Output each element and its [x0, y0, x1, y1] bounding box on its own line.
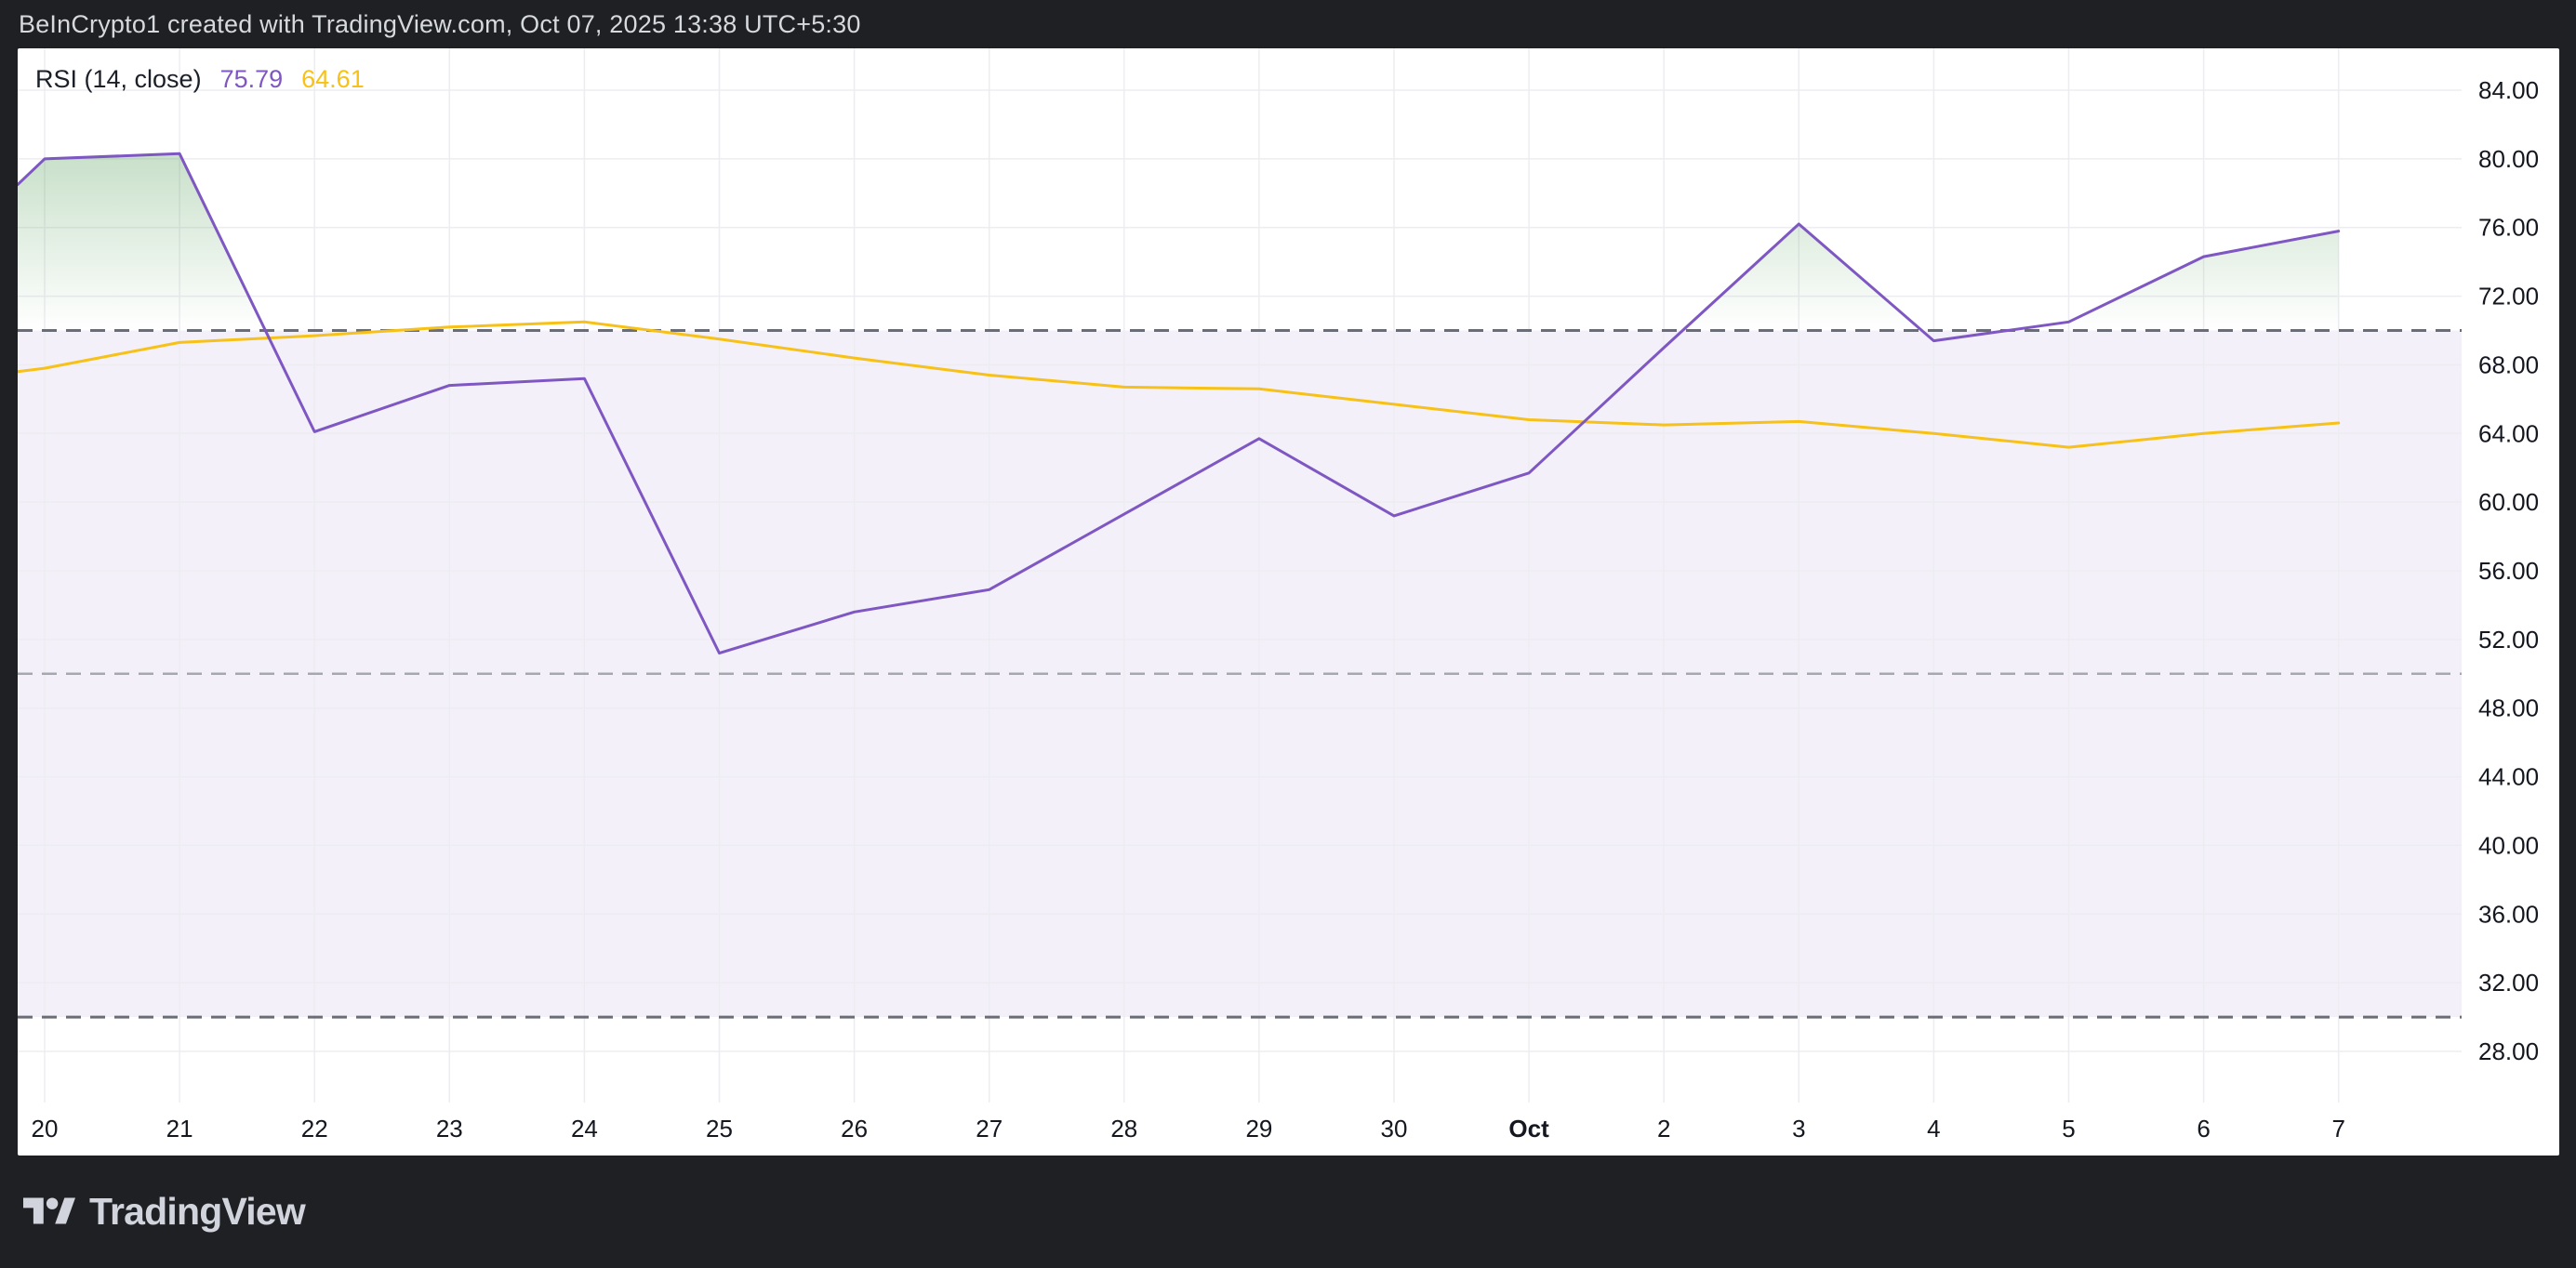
indicator-title[interactable]: RSI (14, close) — [35, 63, 202, 95]
x-tick-label: 4 — [1927, 1115, 1940, 1143]
y-tick-label: 48.00 — [2478, 694, 2539, 722]
x-tick-label: 21 — [166, 1115, 193, 1143]
x-tick-label: 3 — [1792, 1115, 1805, 1143]
y-tick-label: 72.00 — [2478, 283, 2539, 310]
x-tick-label: 6 — [2197, 1115, 2210, 1143]
x-tick-label: 7 — [2331, 1115, 2344, 1143]
y-tick-label: 60.00 — [2478, 488, 2539, 516]
x-tick-label: 30 — [1381, 1115, 1408, 1143]
y-tick-label: 68.00 — [2478, 350, 2539, 378]
rsi-chart-canvas[interactable]: 84.00 80.00 76.00 72.00 68.00 64.00 60.00 56.00… — [18, 48, 2559, 1156]
y-tick-label: 76.00 — [2478, 214, 2539, 242]
y-tick-label: 64.00 — [2478, 419, 2539, 447]
y-tick-label: 80.00 — [2478, 145, 2539, 173]
overbought-fill — [18, 153, 2339, 330]
y-tick-label: 40.00 — [2478, 831, 2539, 859]
y-tick-label: 32.00 — [2478, 969, 2539, 997]
x-tick-label: 23 — [436, 1115, 463, 1143]
x-tick-label: 5 — [2062, 1115, 2075, 1143]
x-tick-label: 25 — [706, 1115, 733, 1143]
x-tick-label: 27 — [976, 1115, 1003, 1143]
x-tick-label: 26 — [841, 1115, 868, 1143]
indicator-legend: RSI (14, close) 75.79 64.61 — [35, 63, 365, 95]
snapshot-header-bar: BeInCrypto1 created with TradingView.com… — [0, 0, 2576, 48]
y-tick-label: 36.00 — [2478, 900, 2539, 928]
snapshot-title: BeInCrypto1 created with TradingView.com… — [19, 10, 861, 39]
y-tick-label: 56.00 — [2478, 557, 2539, 585]
chart-area[interactable]: 84.00 80.00 76.00 72.00 68.00 64.00 60.00 56.00… — [18, 48, 2559, 1156]
ma-last-value: 64.61 — [301, 63, 365, 95]
x-tick-label: 2 — [1657, 1115, 1670, 1143]
x-tick-label: 24 — [571, 1115, 598, 1143]
x-tick-label: 29 — [1245, 1115, 1272, 1143]
chart-panel: 84.00 80.00 76.00 72.00 68.00 64.00 60.00 56.00… — [18, 48, 2559, 1156]
x-tick-label: 20 — [32, 1115, 59, 1143]
tradingview-wordmark: TradingView — [89, 1190, 305, 1234]
y-tick-label: 84.00 — [2478, 76, 2539, 104]
y-axis-labels: 84.00 80.00 76.00 72.00 68.00 64.00 60.00 56.00… — [2478, 76, 2539, 1065]
x-tick-label: 28 — [1110, 1115, 1137, 1143]
x-tick-label: 22 — [301, 1115, 328, 1143]
y-tick-label: 28.00 — [2478, 1037, 2539, 1065]
x-axis-labels: 2021222324252627282930Oct234567 — [32, 1115, 2345, 1143]
x-tick-label: Oct — [1508, 1115, 1549, 1143]
y-tick-label: 44.00 — [2478, 763, 2539, 791]
y-tick-label: 52.00 — [2478, 626, 2539, 654]
rsi-last-value: 75.79 — [220, 63, 284, 95]
tradingview-logo-icon — [23, 1192, 75, 1233]
footer-bar: TradingView — [0, 1156, 2576, 1268]
